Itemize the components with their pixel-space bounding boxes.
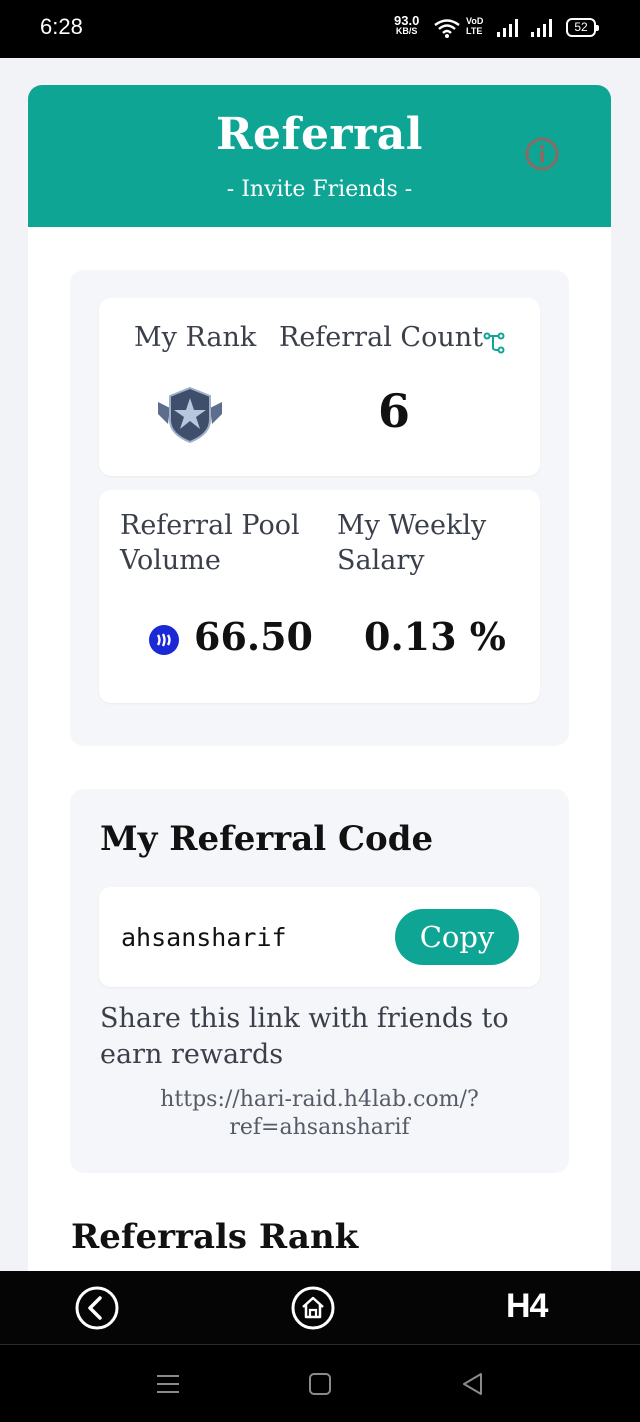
rank-badge-icon xyxy=(158,386,222,444)
referral-code-box: ahsansharif Copy xyxy=(99,887,540,987)
back-icon[interactable] xyxy=(74,1285,120,1331)
salary-label-line-1: My Weekly xyxy=(337,510,487,541)
stats-panel: My Rank Referral Count 6 Referral Pool V… xyxy=(70,270,569,746)
referral-code-panel: My Referral Code ahsansharif Copy Share … xyxy=(70,789,569,1173)
menu-icon[interactable] xyxy=(155,1371,181,1397)
referral-header: Referral - Invite Friends - xyxy=(28,85,611,227)
volte-bottom: LTE xyxy=(466,26,483,36)
network-speed: 93.0 KB/S xyxy=(394,13,420,37)
salary-label-line-2: Salary xyxy=(337,545,425,576)
page-title: Referral xyxy=(215,109,424,160)
salary-value: 0.13 % xyxy=(364,614,506,659)
wifi-icon xyxy=(434,19,460,38)
referrals-rank-title: Referrals Rank xyxy=(71,1217,359,1257)
share-text-line-2: earn rewards xyxy=(100,1039,284,1070)
triangle-back-icon[interactable] xyxy=(460,1371,486,1397)
my-rank-label: My Rank xyxy=(134,322,257,353)
signal-icon xyxy=(531,19,552,37)
referral-count-value: 6 xyxy=(378,384,411,438)
referral-code-value[interactable]: ahsansharif xyxy=(121,923,287,952)
pool-value: 66.50 xyxy=(194,614,313,659)
copy-button[interactable]: Copy xyxy=(395,909,519,965)
share-text-line-1: Share this link with friends to xyxy=(100,1003,509,1034)
referral-card: Referral - Invite Friends - My Rank Refe… xyxy=(28,85,611,1285)
network-speed-value: 93.0 xyxy=(394,13,420,28)
app-bottom-nav: H4 xyxy=(0,1271,640,1344)
steem-icon xyxy=(149,625,179,655)
referral-link-line-1[interactable]: https://hari-raid.h4lab.com/? xyxy=(70,1086,569,1114)
volte-top: VoD xyxy=(466,16,484,26)
pool-salary-box: Referral Pool Volume My Weekly Salary 66… xyxy=(99,490,540,703)
share-icon[interactable] xyxy=(483,331,507,355)
status-time: 6:28 xyxy=(40,14,83,39)
referral-link-line-2[interactable]: ref=ahsansharif xyxy=(70,1114,569,1142)
network-speed-unit: KB/S xyxy=(395,26,418,36)
pool-label-line-1: Referral Pool xyxy=(120,510,300,541)
pool-label-line-2: Volume xyxy=(120,545,221,576)
page-subtitle: - Invite Friends - xyxy=(226,177,413,202)
battery-icon: 52 xyxy=(566,18,599,37)
status-bar: 6:28 93.0 KB/S VoD LTE 52 xyxy=(0,0,640,58)
rank-count-box: My Rank Referral Count 6 xyxy=(99,298,540,476)
info-icon[interactable] xyxy=(525,137,559,171)
referral-count-label: Referral Count xyxy=(279,322,483,353)
referral-code-title: My Referral Code xyxy=(100,819,434,859)
h4-logo[interactable]: H4 xyxy=(506,1287,548,1326)
volte-icon: VoD LTE xyxy=(466,16,483,36)
system-nav-bar xyxy=(0,1344,640,1422)
square-icon[interactable] xyxy=(307,1371,333,1397)
home-icon[interactable] xyxy=(290,1285,336,1331)
signal-icon xyxy=(497,19,518,37)
